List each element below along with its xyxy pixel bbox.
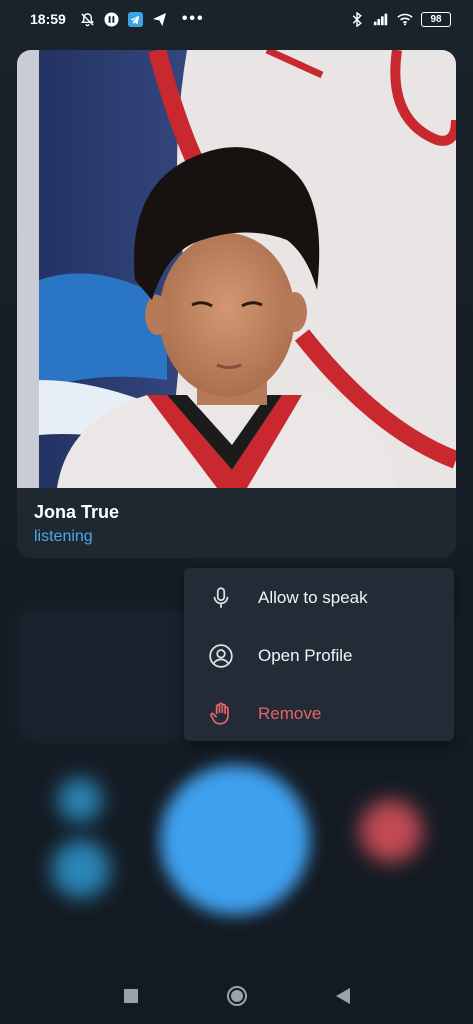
more-notifications-icon: ••• [181,10,205,27]
home-button[interactable] [225,984,249,1008]
participant-status: listening [34,528,93,545]
bluetooth-icon [349,11,365,27]
menu-item-remove[interactable]: Remove [184,685,454,743]
mute-icon [80,11,96,27]
telegram-icon [128,11,144,27]
participant-card[interactable]: Jona True listening [17,50,456,558]
profile-icon [206,641,236,671]
menu-item-open-profile[interactable]: Open Profile [184,627,454,685]
status-time: 18:59 [30,11,66,27]
participant-context-menu: Allow to speak Open Profile Remove [184,568,454,741]
blurred-speaker-button [58,778,102,822]
menu-item-label: Remove [258,704,322,723]
blurred-mic-button [160,765,310,915]
participant-video [17,50,456,488]
navigation-bar [0,968,473,1024]
podcast-icon [104,11,120,27]
wifi-icon [397,11,413,27]
battery-indicator: 98 [421,11,451,27]
microphone-icon [206,583,236,613]
signal-icon [373,11,389,27]
menu-item-label: Open Profile [258,646,353,665]
menu-item-allow-to-speak[interactable]: Allow to speak [184,569,454,627]
blurred-video-button [52,840,110,898]
recents-button[interactable] [119,984,143,1008]
back-button[interactable] [331,984,355,1008]
participant-name: Jona True [34,502,120,522]
blurred-leave-button [360,800,422,862]
menu-item-label: Allow to speak [258,588,368,607]
status-bar: 18:59 ••• 98 [0,0,473,38]
voice-chat-screen: 18:59 ••• 98 Jona True listening Allow t… [0,0,473,1024]
send-icon [152,11,168,27]
hand-icon [206,699,236,729]
